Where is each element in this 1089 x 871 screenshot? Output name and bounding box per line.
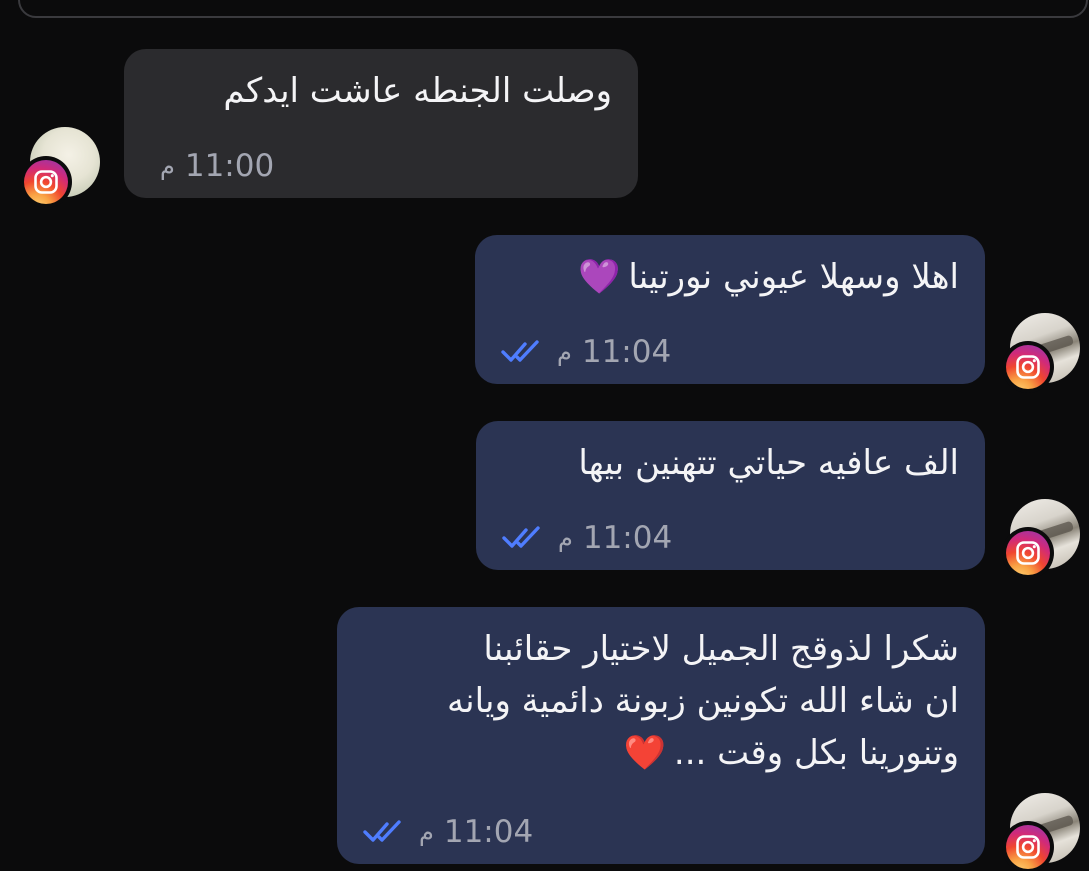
chat-thread: وصلت الجنطه عاشت ايدكم م 11:00 اهلا وسهل… [0,0,1089,871]
message-ampm: م [419,818,434,846]
message-meta: م 11:04 [502,520,672,556]
message-meta: م 11:00 [160,148,274,184]
message-ampm: م [160,152,175,180]
message-bubble-incoming[interactable]: وصلت الجنطه عاشت ايدكم م 11:00 [124,49,638,198]
message-time-value: 11:04 [581,334,672,370]
message-meta: م 11:04 [501,334,671,370]
message-text: اهلا وسهلا عيوني نورتينا💜 [501,251,959,303]
message-text-content: شكرا لذوقج الجميل لاختيار حقائبنا ان شاء… [446,629,959,773]
message-time-value: 11:04 [443,814,534,850]
message-composer-edge[interactable] [18,0,1088,18]
double-check-icon [501,340,543,364]
red-heart-emoji: ❤️ [623,733,666,773]
message-text: شكرا لذوقج الجميل لاختيار حقائبنا ان شاء… [363,623,959,779]
instagram-icon [1002,527,1054,579]
message-bubble-outgoing[interactable]: اهلا وسهلا عيوني نورتينا💜 م 11:04 [475,235,985,384]
message-text: الف عافيه حياتي تتهنين بيها [578,443,959,483]
message-time-value: 11:00 [184,148,275,184]
message-time: م 11:04 [557,334,671,370]
purple-heart-emoji: 💜 [578,257,621,297]
message-ampm: م [558,524,573,552]
instagram-icon [1002,341,1054,393]
message-text: وصلت الجنطه عاشت ايدكم [223,71,612,111]
message-time: م 11:04 [558,520,672,556]
instagram-icon [20,156,72,208]
message-bubble-outgoing[interactable]: شكرا لذوقج الجميل لاختيار حقائبنا ان شاء… [337,607,985,864]
message-text-content: اهلا وسهلا عيوني نورتينا [628,257,959,297]
double-check-icon [502,526,544,550]
message-time: م 11:04 [419,814,533,850]
message-meta: م 11:04 [363,814,533,850]
message-time: م 11:00 [160,148,274,184]
message-ampm: م [557,338,572,366]
message-time-value: 11:04 [582,520,673,556]
instagram-icon [1002,821,1054,871]
double-check-icon [363,820,405,844]
message-bubble-outgoing[interactable]: الف عافيه حياتي تتهنين بيها م 11:04 [476,421,985,570]
